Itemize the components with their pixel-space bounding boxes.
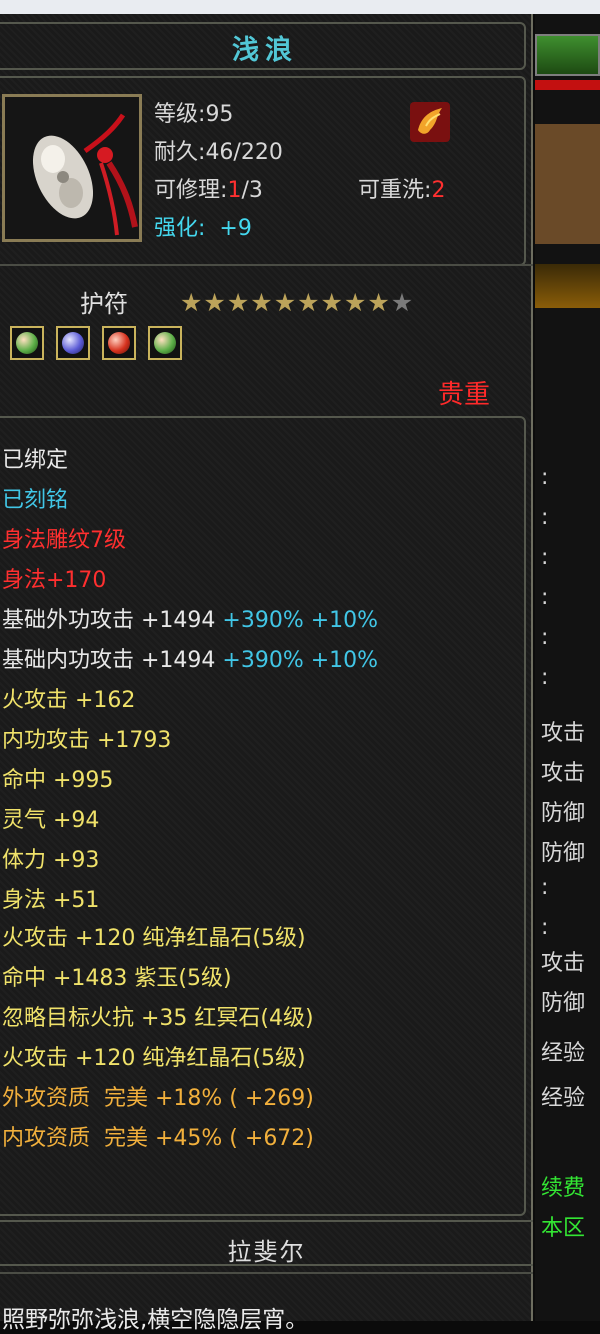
bg-label: 经验: [541, 1086, 586, 1111]
attr-carving: 身法雕纹7级: [2, 528, 126, 553]
character-portrait: [535, 124, 600, 244]
attr-line: 火攻击 +162: [2, 688, 136, 713]
rewash-stat: 可重洗:2: [358, 178, 446, 203]
health-bar-frame: [535, 34, 600, 76]
divider: [0, 1272, 533, 1274]
background-character-window: : : : : : : 攻击 攻击 防御 防御 : : 攻击 防御 经验 经验 …: [535, 14, 600, 1321]
attr-gem-line: 忽略目标火抗 +35 红冥石(4级): [2, 1006, 314, 1031]
attr-aptitude-inner: 内攻资质 完美 +45% ( +672): [2, 1126, 314, 1151]
repair-stat: 可修理:1/3: [154, 178, 263, 203]
green-gem-icon[interactable]: [148, 326, 182, 360]
bg-colon: :: [541, 665, 549, 690]
bg-label: 防御: [541, 801, 586, 826]
star-icon: ★: [297, 288, 321, 317]
star-empty-icon: ★: [390, 288, 415, 317]
bg-colon: :: [541, 625, 549, 650]
star-icon: ★: [367, 288, 391, 317]
rarity-label: 贵重: [438, 380, 491, 410]
durability-stat: 耐久:46/220: [154, 140, 283, 165]
bg-label: 防御: [541, 841, 586, 866]
attr-line: 命中 +995: [2, 768, 114, 793]
item-name: 浅浪: [232, 35, 298, 66]
attr-gem-line: 火攻击 +120 纯净红晶石(5级): [2, 926, 306, 951]
attr-carving-bonus: 身法+170: [2, 568, 107, 593]
star-icon: ★: [320, 288, 344, 317]
star-icon: ★: [273, 288, 298, 317]
enhance-stat: 强化: +9: [154, 216, 252, 241]
bg-colon: :: [541, 915, 549, 940]
bg-colon: :: [541, 585, 549, 610]
attr-engraved: 已刻铭: [2, 488, 69, 513]
jade-pendant-icon: [2, 94, 142, 242]
attr-line: 身法 +51: [2, 888, 100, 913]
attr-line: 体力 +93: [2, 848, 100, 873]
divider: [0, 264, 533, 266]
item-type: 护符: [80, 290, 128, 318]
attr-line: 灵气 +94: [2, 808, 100, 833]
attr-aptitude-outer: 外攻资质 完美 +18% ( +269): [2, 1086, 314, 1111]
gold-banner: [535, 264, 600, 308]
bg-label: 经验: [541, 1041, 586, 1066]
bg-colon: :: [541, 505, 549, 530]
bg-label: 本区: [541, 1216, 586, 1241]
bg-colon: :: [541, 875, 549, 900]
attr-bound: 已绑定: [2, 448, 69, 473]
bg-label: 攻击: [541, 951, 586, 976]
red-gem-icon[interactable]: [102, 326, 136, 360]
window-top-bar: [0, 0, 600, 14]
attr-line: 内功攻击 +1793: [2, 728, 172, 753]
bg-label: 攻击: [541, 761, 586, 786]
attr-base-inner-attack: 基础内功攻击 +1494 +390% +10%: [2, 648, 379, 673]
star-rating: ★★★★★★★★★★: [180, 288, 414, 317]
star-icon: ★: [226, 288, 251, 317]
owner-name: 拉斐尔: [227, 1238, 306, 1266]
bg-colon: :: [541, 545, 549, 570]
item-tooltip-panel: 浅浪 等级:95 耐久:46/220 可修理:1/3 可重洗:2 强化: +9: [0, 14, 533, 1333]
bg-label: 续费: [541, 1176, 586, 1201]
attr-base-outer-attack: 基础外功攻击 +1494 +390% +10%: [2, 608, 379, 633]
star-icon: ★: [180, 288, 204, 317]
attr-gem-line: 命中 +1483 紫玉(5级): [2, 966, 232, 991]
bg-label: 防御: [541, 991, 586, 1016]
health-bar: [535, 80, 600, 90]
item-description: 照野弥弥浅浪,横空隐隐层宵。: [2, 1307, 309, 1333]
star-icon: ★: [343, 288, 368, 317]
green-gem-icon[interactable]: [10, 326, 44, 360]
star-icon: ★: [250, 288, 274, 317]
bg-label: 攻击: [541, 721, 586, 746]
phoenix-badge-icon: [408, 100, 452, 144]
attr-gem-line: 火攻击 +120 纯净红晶石(5级): [2, 1046, 306, 1071]
blue-gem-icon[interactable]: [56, 326, 90, 360]
level-stat: 等级:95: [154, 102, 234, 127]
star-icon: ★: [203, 288, 227, 317]
bg-colon: :: [541, 465, 549, 490]
